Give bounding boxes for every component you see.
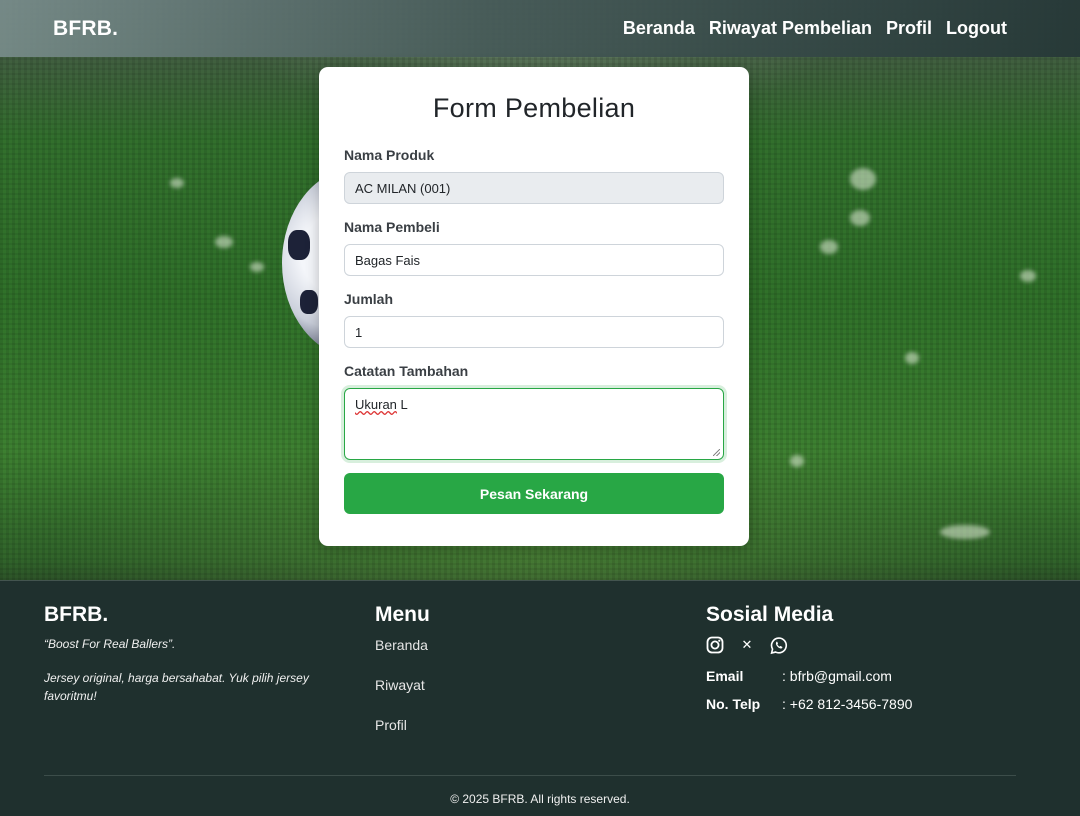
whatsapp-icon[interactable] [770,636,788,654]
nav-links: Beranda Riwayat Pembelian Profil Logout [623,18,1007,39]
bokeh-light [850,168,876,190]
submit-order-button[interactable]: Pesan Sekarang [344,473,724,514]
bokeh-light [820,240,838,254]
bokeh-light [215,236,233,248]
form-title: Form Pembelian [432,93,636,123]
footer-brand: BFRB. [44,603,109,626]
footer: BFRB. “Boost For Real Ballers”. Jersey o… [0,580,1080,816]
ball-patch [288,230,310,260]
footer-divider [44,775,1016,776]
notes-label: Catatan Tambahan [344,363,469,379]
contact-email: Email : bfrb@gmail.com [706,668,912,684]
contact-phone: No. Telp : +62 812-3456-7890 [706,696,912,712]
field-notes: Catatan Tambahan Ukuran L [344,363,724,460]
notes-textarea[interactable]: Ukuran L [344,388,724,460]
product-input: AC MILAN (001) [344,172,724,204]
footer-menu-title: Menu [375,603,430,626]
navbar: BFRB. Beranda Riwayat Pembelian Profil L… [0,0,1080,57]
resize-handle-icon[interactable] [713,449,720,456]
bokeh-light [850,210,870,226]
instagram-icon[interactable] [706,636,724,654]
purchase-form-card: Form Pembelian Nama Produk AC MILAN (001… [319,67,749,546]
buyer-label: Nama Pembeli [344,219,440,235]
footer-menu: Menu Beranda Riwayat Profil [375,603,430,757]
bokeh-light [170,178,184,188]
notes-text: L [396,397,408,412]
contact-email-label: Email [706,668,744,684]
footer-description: Jersey original, harga bersahabat. Yuk p… [44,671,309,703]
bokeh-light [790,455,804,467]
bokeh-light [940,525,990,539]
footer-link-beranda[interactable]: Beranda [375,637,430,653]
x-icon[interactable]: ✕ [738,636,756,654]
footer-link-riwayat[interactable]: Riwayat [375,677,430,693]
footer-social: Sosial Media ✕ Email : bfrb@gmail.com No… [706,603,912,724]
footer-social-title: Sosial Media [706,603,834,626]
nav-link-beranda[interactable]: Beranda [623,18,695,39]
nav-link-riwayat-pembelian[interactable]: Riwayat Pembelian [709,18,872,39]
nav-link-logout[interactable]: Logout [946,18,1007,39]
field-quantity: Jumlah 1 [344,291,724,348]
social-icons: ✕ [706,636,912,654]
nav-link-profil[interactable]: Profil [886,18,932,39]
quantity-label: Jumlah [344,291,394,307]
brand-logo[interactable]: BFRB. [53,17,118,41]
quantity-input[interactable]: 1 [344,316,724,348]
buyer-name-input[interactable]: Bagas Fais [344,244,724,276]
bokeh-light [1020,270,1036,282]
contact-phone-value: : +62 812-3456-7890 [782,696,913,712]
field-buyer: Nama Pembeli Bagas Fais [344,219,724,276]
footer-link-profil[interactable]: Profil [375,717,430,733]
notes-text-misspelled: Ukuran [355,397,397,412]
bokeh-light [250,262,264,272]
footer-about: BFRB. “Boost For Real Ballers”. Jersey o… [44,603,334,705]
contact-phone-label: No. Telp [706,696,761,712]
bokeh-light [905,352,919,364]
footer-tagline: “Boost For Real Ballers”. [44,637,176,651]
field-product: Nama Produk AC MILAN (001) [344,147,724,204]
product-label: Nama Produk [344,147,435,163]
contact-email-value: : bfrb@gmail.com [782,668,892,684]
ball-patch [300,290,318,314]
copyright-text: © 2025 BFRB. All rights reserved. [450,792,630,806]
